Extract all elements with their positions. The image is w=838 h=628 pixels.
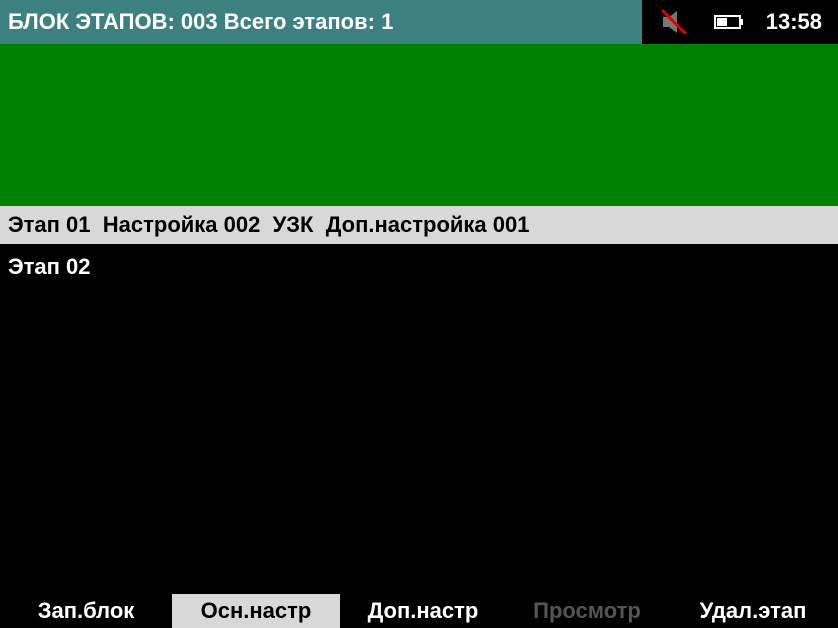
- status-area: 13:58: [642, 0, 838, 44]
- status-panel: [0, 44, 838, 206]
- main-settings-button[interactable]: Осн.настр: [172, 594, 340, 628]
- save-block-button[interactable]: Зап.блок: [0, 594, 172, 628]
- stage-row-2[interactable]: Этап 02: [0, 248, 838, 286]
- extra-settings-button[interactable]: Доп.настр: [340, 594, 506, 628]
- stage-row-1[interactable]: Этап 01 Настройка 002 УЗК Доп.настройка …: [0, 206, 838, 244]
- delete-stage-button[interactable]: Удал.этап: [668, 594, 838, 628]
- battery-icon: [714, 15, 743, 29]
- clock: 13:58: [765, 9, 822, 34]
- softkey-bar: Зап.блок Осн.настр Доп.настр Просмотр Уд…: [0, 594, 838, 628]
- top-status-bar: БЛОК ЭТАПОВ: 003 Всего этапов: 1 13:58: [0, 0, 838, 44]
- view-button: Просмотр: [533, 598, 641, 623]
- block-title: БЛОК ЭТАПОВ: 003 Всего этапов: 1: [0, 0, 642, 44]
- mute-speaker-icon: [660, 8, 688, 36]
